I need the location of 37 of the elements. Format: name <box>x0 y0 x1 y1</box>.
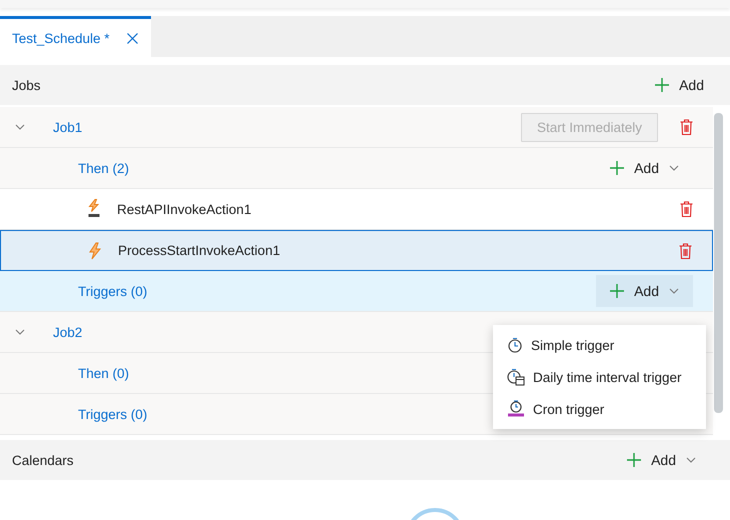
section-title: Calendars <box>12 452 74 468</box>
section-title: Jobs <box>12 78 41 92</box>
trash-icon[interactable] <box>680 119 693 135</box>
stopwatch-calendar-icon <box>507 368 525 386</box>
trash-icon[interactable] <box>680 201 693 217</box>
menu-item[interactable]: Daily time interval trigger <box>493 361 706 393</box>
trash-icon[interactable] <box>679 242 692 258</box>
stopwatch-icon <box>507 337 523 353</box>
chevron-down-icon <box>15 124 25 130</box>
chevron-down-icon <box>15 329 25 335</box>
section-label[interactable]: Triggers (0) <box>78 284 148 298</box>
chevron-down-icon <box>669 288 679 294</box>
job-name[interactable]: Job1 <box>53 120 82 134</box>
add-button[interactable]: Add <box>596 275 693 307</box>
chevron-down-icon <box>669 165 679 171</box>
add-button[interactable]: Add <box>627 448 696 472</box>
section-label[interactable]: Triggers (0) <box>78 406 148 422</box>
plus-icon <box>655 78 670 92</box>
plus-icon <box>610 161 624 175</box>
action-name: ProcessStartInvokeAction1 <box>118 243 280 258</box>
stopwatch-icon <box>507 400 525 418</box>
action-name: RestAPIInvokeAction1 <box>117 202 252 216</box>
menu-item[interactable]: Cron trigger <box>493 393 706 425</box>
lightning-icon <box>87 199 101 219</box>
menu-item[interactable]: Simple trigger <box>493 329 706 361</box>
close-icon[interactable] <box>126 32 138 44</box>
plus-icon <box>610 284 624 298</box>
section-label[interactable]: Then (0) <box>78 366 130 380</box>
chevron-down-icon <box>686 457 696 463</box>
add-button[interactable]: Add <box>596 152 693 184</box>
section-label[interactable]: Then (2) <box>78 160 130 176</box>
plus-icon <box>627 453 642 467</box>
document-tab[interactable]: Test_Schedule * <box>0 16 151 57</box>
lightning-icon <box>88 242 102 260</box>
scrollbar[interactable] <box>714 113 723 413</box>
add-button[interactable]: Add <box>655 73 704 97</box>
job-name[interactable]: Job2 <box>53 324 82 340</box>
